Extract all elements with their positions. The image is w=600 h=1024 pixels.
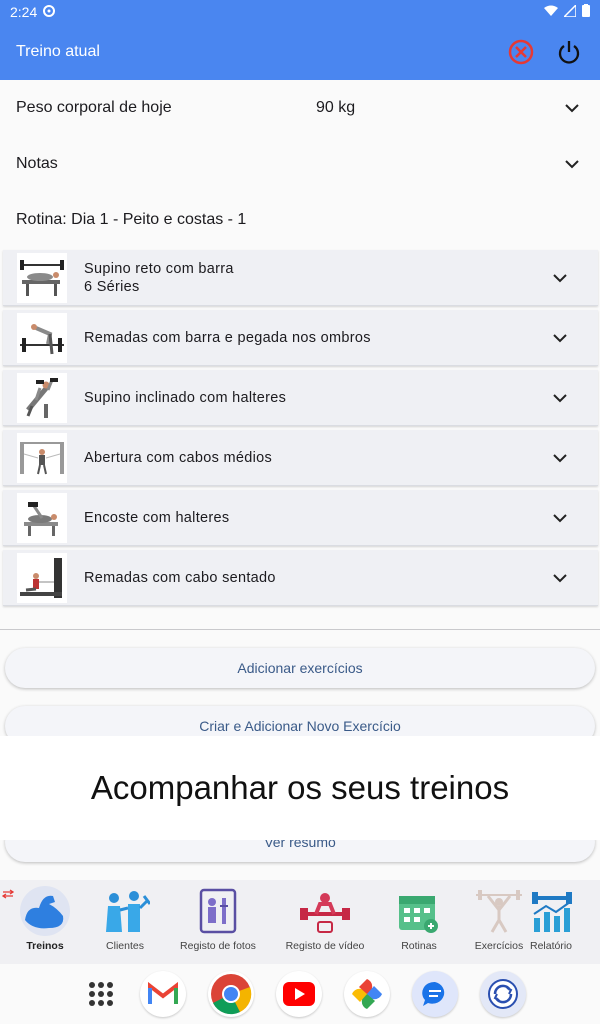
bodyweight-row[interactable]: Peso corporal de hoje 90 kg <box>0 80 600 136</box>
nav-label: Treinos <box>26 940 64 952</box>
workout-content: Peso corporal de hoje 90 kg Notas Rotina… <box>0 80 600 248</box>
bodyweight-value: 90 kg <box>316 99 356 116</box>
routine-label: Rotina: Dia 1 - Peito e costas - 1 <box>16 211 247 228</box>
app-bar: Treino atual <box>0 24 600 80</box>
video-log-icon <box>300 893 350 933</box>
exercise-name: Supino inclinado com halteres <box>84 389 287 406</box>
exercise-item[interactable]: Supino reto com barra 6 Séries <box>3 250 598 306</box>
bodyweight-label: Peso corporal de hoje <box>16 99 172 116</box>
nav-item-registo-fotos[interactable]: Registo de fotos <box>173 886 263 952</box>
exercise-thumbnail <box>17 492 67 543</box>
exercise-name: Abertura com cabos médios <box>84 449 273 466</box>
exercise-item[interactable]: Remadas com cabo sentado <box>3 550 598 606</box>
exercise-thumbnail <box>17 312 67 363</box>
nav-label: Clientes <box>106 940 144 952</box>
exercise-thumbnail <box>17 432 67 483</box>
nav-item-relatorio[interactable]: Relatório <box>530 886 600 952</box>
exercise-name: Encoste com halteres <box>84 509 230 526</box>
exercise-item[interactable]: Encoste com halteres <box>3 490 598 546</box>
routine-row: Rotina: Dia 1 - Peito e costas - 1 <box>0 192 600 248</box>
notes-row[interactable]: Notas <box>0 136 600 192</box>
app-drawer-button[interactable] <box>78 971 124 1017</box>
power-icon <box>558 41 580 64</box>
exercise-item[interactable]: Supino inclinado com halteres <box>3 370 598 426</box>
exercise-figure-icon <box>476 890 522 933</box>
chevron-down-icon <box>560 152 584 176</box>
exercise-name: Supino reto com barra <box>84 260 234 277</box>
photos-icon <box>352 979 382 1009</box>
youtube-app[interactable] <box>276 971 322 1017</box>
exercise-item[interactable]: Remadas com barra e pegada nos ombros <box>3 310 598 366</box>
nav-item-treinos[interactable]: Treinos <box>0 886 90 952</box>
page-title: Treino atual <box>16 43 100 60</box>
nav-label: Relatório <box>530 940 573 952</box>
sync-app[interactable] <box>480 971 526 1017</box>
divider <box>0 629 600 630</box>
chevron-down-icon <box>548 386 572 410</box>
finish-workout-button[interactable] <box>554 37 584 67</box>
status-time: 2:24 <box>10 4 38 20</box>
youtube-icon <box>283 982 315 1006</box>
messages-icon <box>422 981 445 1006</box>
chevron-down-icon <box>548 266 572 290</box>
exercise-thumbnail <box>17 252 67 303</box>
bottom-nav: Treinos Clientes Registo de fotos Regist… <box>0 880 600 964</box>
photo-log-icon <box>199 888 237 934</box>
nav-label: Registo de vídeo <box>285 940 365 952</box>
sync-status-icon <box>43 4 56 20</box>
wifi-icon <box>544 4 558 20</box>
chevron-down-icon <box>548 506 572 530</box>
nav-label: Registo de fotos <box>180 940 256 952</box>
photos-app[interactable] <box>344 971 390 1017</box>
chevron-down-icon <box>548 326 572 350</box>
messages-app[interactable] <box>412 971 458 1017</box>
chevron-down-icon <box>548 566 572 590</box>
battery-icon <box>582 4 590 20</box>
cancel-circle-icon <box>508 39 534 65</box>
report-chart-icon <box>532 892 572 932</box>
nav-item-clientes[interactable]: Clientes <box>80 886 170 952</box>
status-bar: 2:24 <box>0 0 600 24</box>
exercise-sets: 6 Séries <box>84 278 140 295</box>
exercise-thumbnail <box>17 552 67 603</box>
gmail-app[interactable] <box>140 971 186 1017</box>
exercise-name: Remadas com barra e pegada nos ombros <box>84 329 371 346</box>
calendar-icon <box>399 896 438 933</box>
chrome-app[interactable] <box>208 971 254 1017</box>
chevron-down-icon <box>560 96 584 120</box>
app-drawer-icon <box>89 982 113 1006</box>
signal-icon <box>562 3 577 20</box>
sync-app-icon <box>488 979 518 1009</box>
chevron-down-icon <box>548 446 572 470</box>
chrome-icon <box>211 974 252 1015</box>
nav-item-registo-video[interactable]: Registo de vídeo <box>280 886 370 952</box>
promo-caption: Acompanhar os seus treinos <box>0 736 600 840</box>
cancel-workout-button[interactable] <box>506 37 536 67</box>
nav-item-rotinas[interactable]: Rotinas <box>374 886 464 952</box>
clients-icon <box>106 891 150 932</box>
muscle-arm-icon <box>20 886 70 936</box>
exercise-name: Remadas com cabo sentado <box>84 569 276 586</box>
system-dock <box>0 964 600 1024</box>
notes-label: Notas <box>16 155 58 172</box>
exercise-thumbnail <box>17 372 67 423</box>
nav-label: Rotinas <box>401 940 437 952</box>
exercise-item[interactable]: Abertura com cabos médios <box>3 430 598 486</box>
add-exercises-button[interactable]: Adicionar exercícios <box>5 648 595 688</box>
gmail-icon <box>148 982 178 1004</box>
